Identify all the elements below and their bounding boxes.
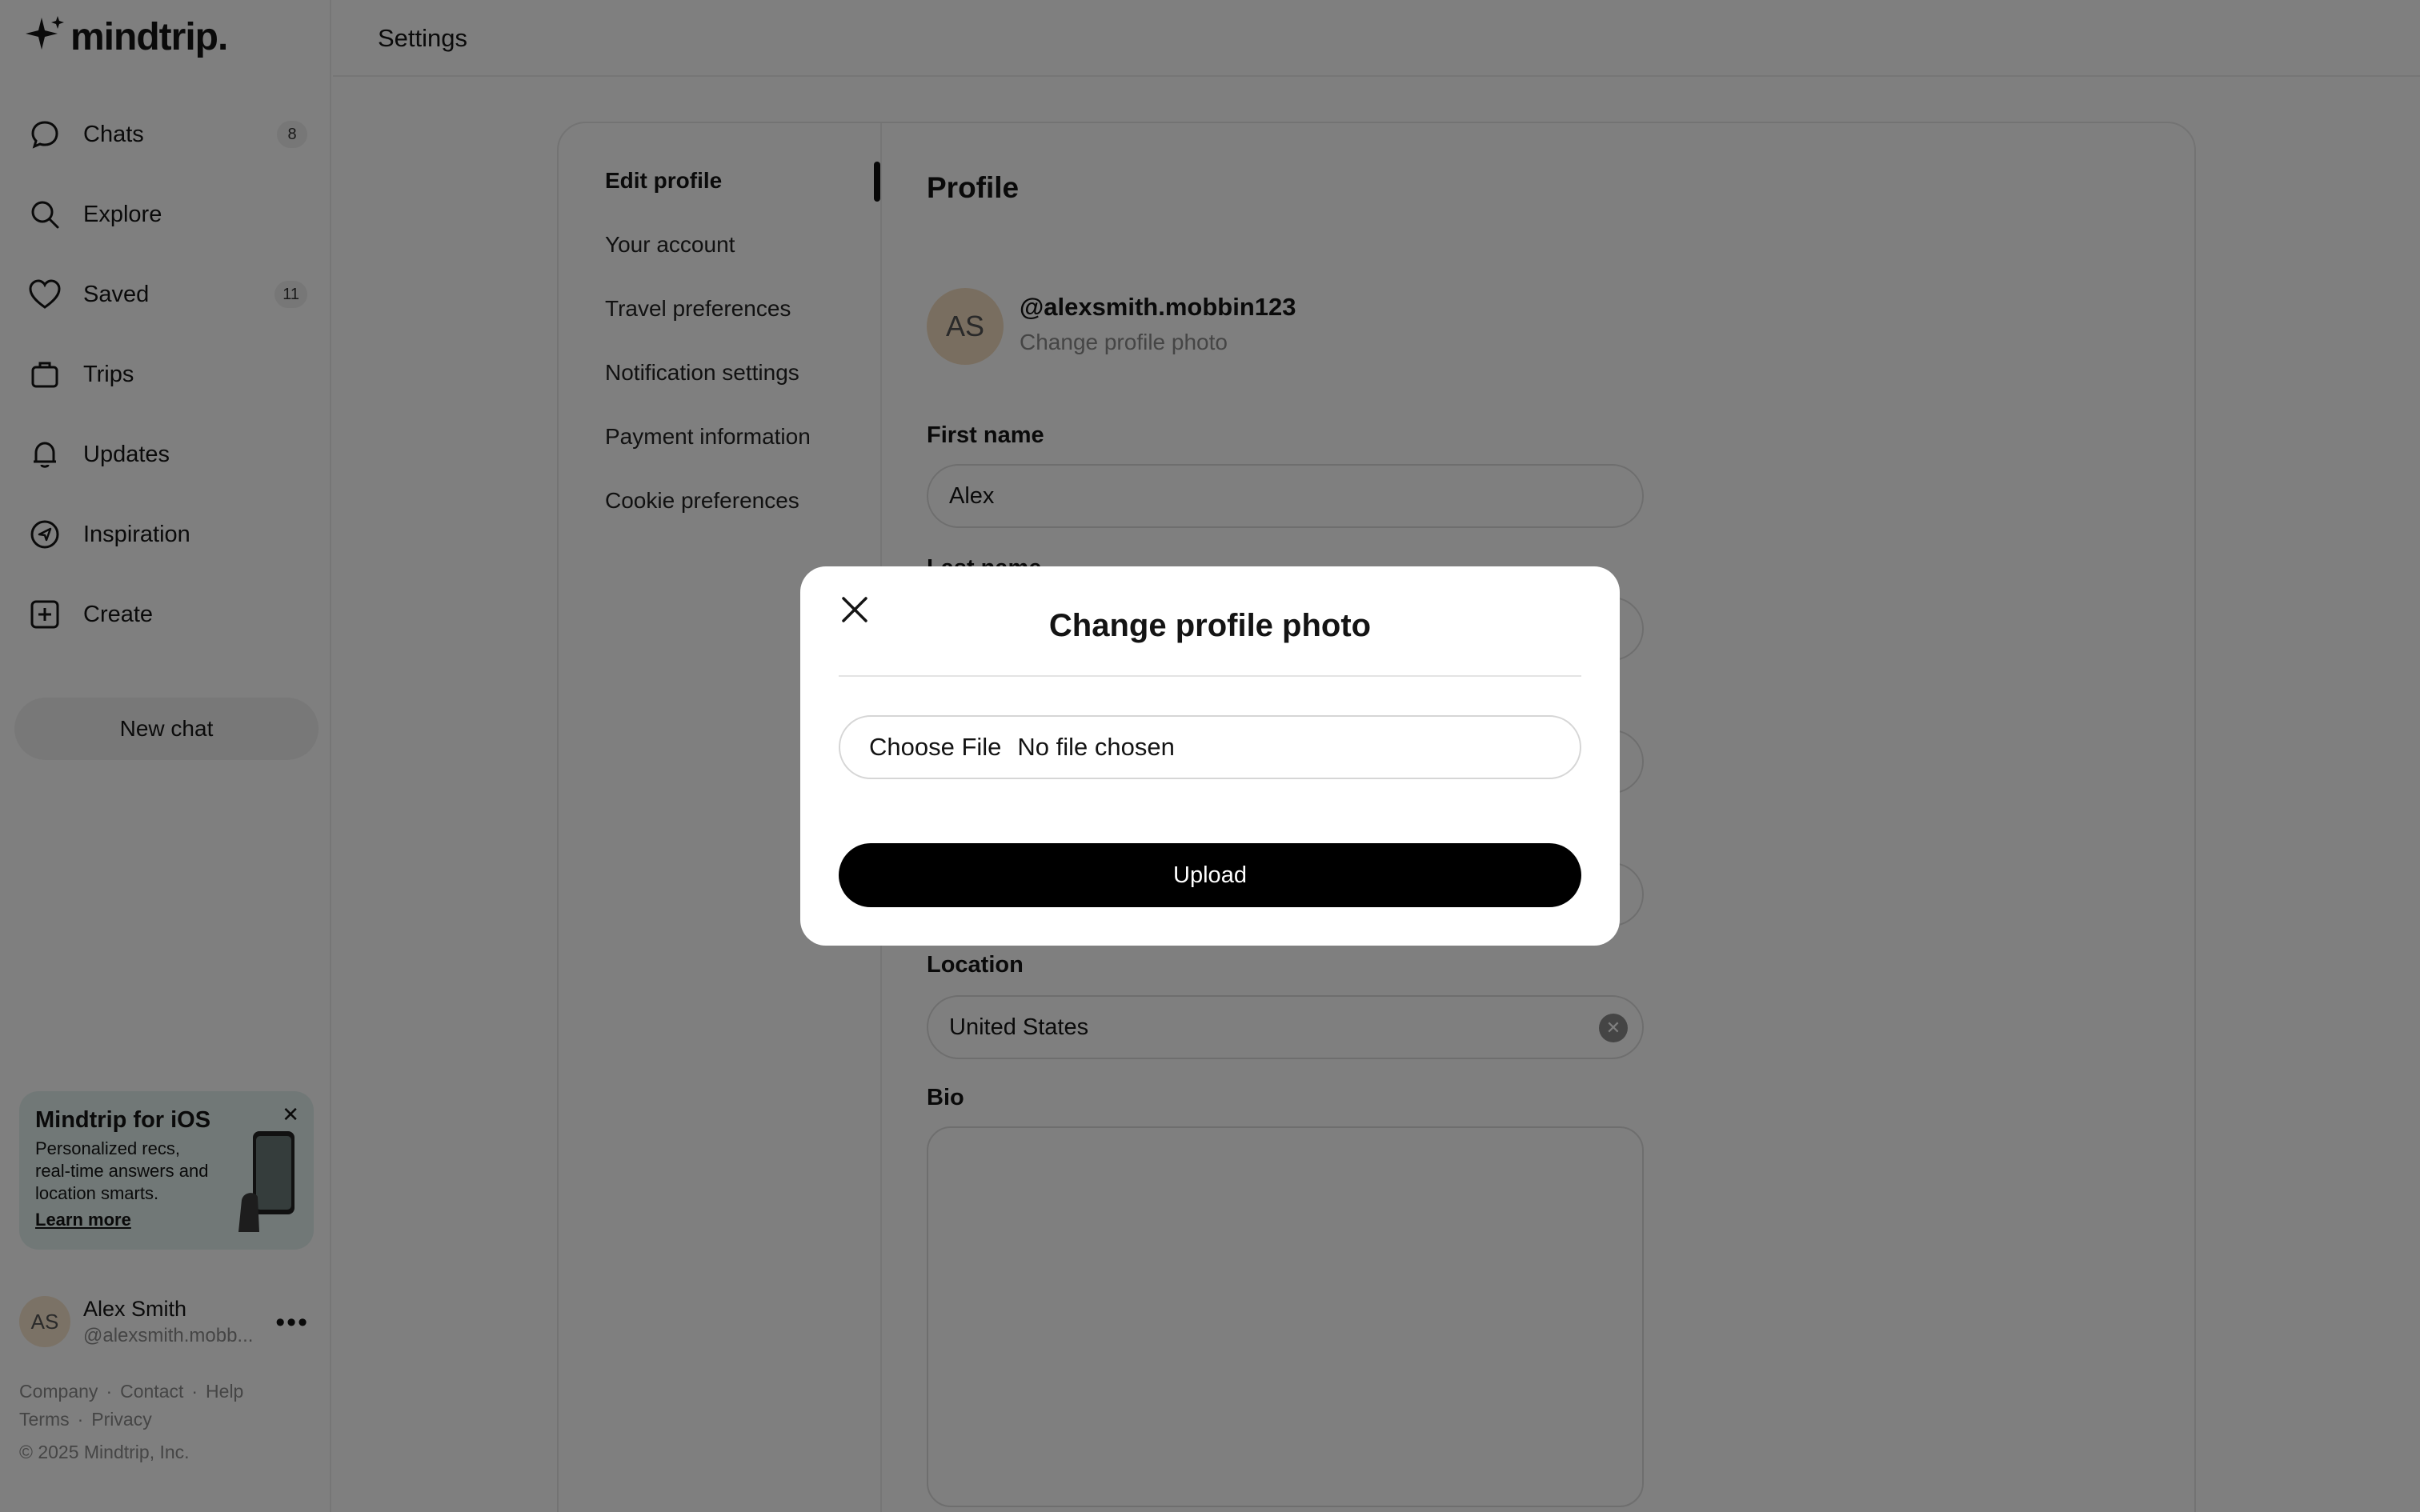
file-input[interactable]: Choose File No file chosen	[839, 715, 1581, 779]
divider	[839, 675, 1581, 677]
choose-file-button[interactable]: Choose File	[869, 733, 1001, 762]
upload-button[interactable]: Upload	[839, 843, 1581, 907]
file-status: No file chosen	[1017, 733, 1175, 761]
modal-title: Change profile photo	[1048, 608, 1372, 643]
change-photo-modal: Change profile photo Choose File No file…	[800, 566, 1620, 946]
